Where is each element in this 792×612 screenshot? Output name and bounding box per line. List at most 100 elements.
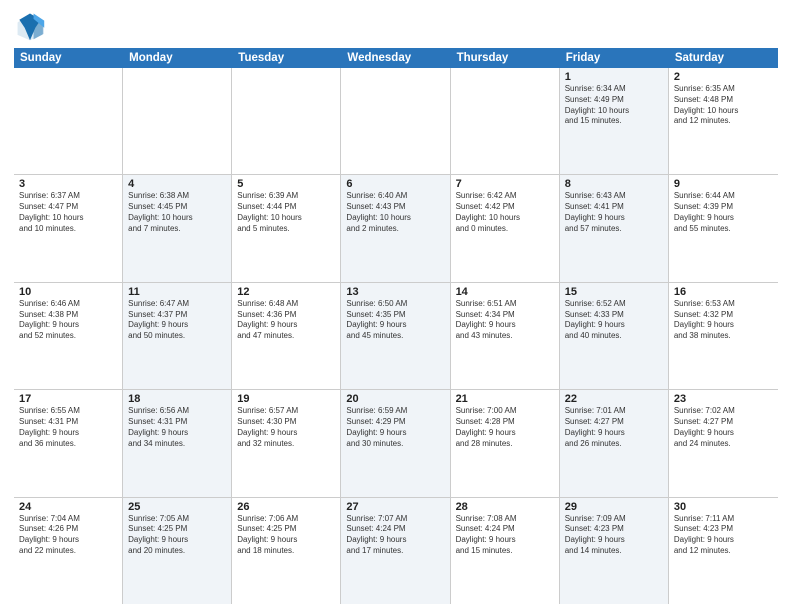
day-cell-29: 29Sunrise: 7:09 AM Sunset: 4:23 PM Dayli… [560, 498, 669, 604]
day-number: 30 [674, 501, 773, 513]
day-cell-30: 30Sunrise: 7:11 AM Sunset: 4:23 PM Dayli… [669, 498, 778, 604]
day-number: 16 [674, 286, 773, 298]
day-number: 15 [565, 286, 663, 298]
logo [14, 10, 50, 42]
day-cell-24: 24Sunrise: 7:04 AM Sunset: 4:26 PM Dayli… [14, 498, 123, 604]
day-cell-13: 13Sunrise: 6:50 AM Sunset: 4:35 PM Dayli… [341, 283, 450, 389]
day-info: Sunrise: 6:46 AM Sunset: 4:38 PM Dayligh… [19, 299, 117, 342]
page: SundayMondayTuesdayWednesdayThursdayFrid… [0, 0, 792, 612]
day-info: Sunrise: 6:50 AM Sunset: 4:35 PM Dayligh… [346, 299, 444, 342]
day-cell-4: 4Sunrise: 6:38 AM Sunset: 4:45 PM Daylig… [123, 175, 232, 281]
day-cell-16: 16Sunrise: 6:53 AM Sunset: 4:32 PM Dayli… [669, 283, 778, 389]
day-info: Sunrise: 7:06 AM Sunset: 4:25 PM Dayligh… [237, 514, 335, 557]
day-info: Sunrise: 6:40 AM Sunset: 4:43 PM Dayligh… [346, 191, 444, 234]
day-cell-26: 26Sunrise: 7:06 AM Sunset: 4:25 PM Dayli… [232, 498, 341, 604]
day-info: Sunrise: 7:00 AM Sunset: 4:28 PM Dayligh… [456, 406, 554, 449]
day-cell-21: 21Sunrise: 7:00 AM Sunset: 4:28 PM Dayli… [451, 390, 560, 496]
day-cell-25: 25Sunrise: 7:05 AM Sunset: 4:25 PM Dayli… [123, 498, 232, 604]
day-of-week-wednesday: Wednesday [341, 48, 450, 68]
day-number: 27 [346, 501, 444, 513]
day-cell-2: 2Sunrise: 6:35 AM Sunset: 4:48 PM Daylig… [669, 68, 778, 174]
day-info: Sunrise: 6:52 AM Sunset: 4:33 PM Dayligh… [565, 299, 663, 342]
day-of-week-sunday: Sunday [14, 48, 123, 68]
day-info: Sunrise: 6:55 AM Sunset: 4:31 PM Dayligh… [19, 406, 117, 449]
day-cell-28: 28Sunrise: 7:08 AM Sunset: 4:24 PM Dayli… [451, 498, 560, 604]
day-of-week-tuesday: Tuesday [232, 48, 341, 68]
day-number: 1 [565, 71, 663, 83]
empty-cell [451, 68, 560, 174]
empty-cell [123, 68, 232, 174]
day-number: 29 [565, 501, 663, 513]
day-number: 20 [346, 393, 444, 405]
day-number: 25 [128, 501, 226, 513]
day-info: Sunrise: 6:43 AM Sunset: 4:41 PM Dayligh… [565, 191, 663, 234]
day-number: 19 [237, 393, 335, 405]
day-of-week-monday: Monday [123, 48, 232, 68]
calendar-week-1: 1Sunrise: 6:34 AM Sunset: 4:49 PM Daylig… [14, 68, 778, 175]
day-number: 5 [237, 178, 335, 190]
day-info: Sunrise: 6:53 AM Sunset: 4:32 PM Dayligh… [674, 299, 773, 342]
day-cell-12: 12Sunrise: 6:48 AM Sunset: 4:36 PM Dayli… [232, 283, 341, 389]
day-info: Sunrise: 6:56 AM Sunset: 4:31 PM Dayligh… [128, 406, 226, 449]
empty-cell [14, 68, 123, 174]
day-number: 2 [674, 71, 773, 83]
day-number: 24 [19, 501, 117, 513]
day-cell-18: 18Sunrise: 6:56 AM Sunset: 4:31 PM Dayli… [123, 390, 232, 496]
day-info: Sunrise: 7:01 AM Sunset: 4:27 PM Dayligh… [565, 406, 663, 449]
day-info: Sunrise: 6:51 AM Sunset: 4:34 PM Dayligh… [456, 299, 554, 342]
day-number: 14 [456, 286, 554, 298]
day-info: Sunrise: 6:39 AM Sunset: 4:44 PM Dayligh… [237, 191, 335, 234]
day-cell-9: 9Sunrise: 6:44 AM Sunset: 4:39 PM Daylig… [669, 175, 778, 281]
calendar-week-3: 10Sunrise: 6:46 AM Sunset: 4:38 PM Dayli… [14, 283, 778, 390]
day-of-week-saturday: Saturday [669, 48, 778, 68]
day-number: 11 [128, 286, 226, 298]
day-number: 12 [237, 286, 335, 298]
calendar: SundayMondayTuesdayWednesdayThursdayFrid… [14, 48, 778, 604]
day-cell-6: 6Sunrise: 6:40 AM Sunset: 4:43 PM Daylig… [341, 175, 450, 281]
day-number: 8 [565, 178, 663, 190]
day-number: 10 [19, 286, 117, 298]
day-cell-11: 11Sunrise: 6:47 AM Sunset: 4:37 PM Dayli… [123, 283, 232, 389]
day-info: Sunrise: 6:35 AM Sunset: 4:48 PM Dayligh… [674, 84, 773, 127]
day-cell-14: 14Sunrise: 6:51 AM Sunset: 4:34 PM Dayli… [451, 283, 560, 389]
day-cell-22: 22Sunrise: 7:01 AM Sunset: 4:27 PM Dayli… [560, 390, 669, 496]
day-number: 9 [674, 178, 773, 190]
day-number: 3 [19, 178, 117, 190]
day-number: 22 [565, 393, 663, 405]
calendar-body: 1Sunrise: 6:34 AM Sunset: 4:49 PM Daylig… [14, 68, 778, 604]
day-cell-10: 10Sunrise: 6:46 AM Sunset: 4:38 PM Dayli… [14, 283, 123, 389]
day-info: Sunrise: 7:09 AM Sunset: 4:23 PM Dayligh… [565, 514, 663, 557]
day-of-week-thursday: Thursday [451, 48, 560, 68]
day-info: Sunrise: 6:44 AM Sunset: 4:39 PM Dayligh… [674, 191, 773, 234]
empty-cell [341, 68, 450, 174]
day-info: Sunrise: 6:57 AM Sunset: 4:30 PM Dayligh… [237, 406, 335, 449]
day-info: Sunrise: 6:59 AM Sunset: 4:29 PM Dayligh… [346, 406, 444, 449]
calendar-header: SundayMondayTuesdayWednesdayThursdayFrid… [14, 48, 778, 68]
day-info: Sunrise: 6:47 AM Sunset: 4:37 PM Dayligh… [128, 299, 226, 342]
day-info: Sunrise: 6:42 AM Sunset: 4:42 PM Dayligh… [456, 191, 554, 234]
day-number: 4 [128, 178, 226, 190]
day-number: 28 [456, 501, 554, 513]
day-cell-7: 7Sunrise: 6:42 AM Sunset: 4:42 PM Daylig… [451, 175, 560, 281]
day-info: Sunrise: 6:37 AM Sunset: 4:47 PM Dayligh… [19, 191, 117, 234]
day-info: Sunrise: 6:48 AM Sunset: 4:36 PM Dayligh… [237, 299, 335, 342]
day-info: Sunrise: 7:08 AM Sunset: 4:24 PM Dayligh… [456, 514, 554, 557]
day-number: 26 [237, 501, 335, 513]
day-cell-5: 5Sunrise: 6:39 AM Sunset: 4:44 PM Daylig… [232, 175, 341, 281]
day-number: 17 [19, 393, 117, 405]
day-cell-17: 17Sunrise: 6:55 AM Sunset: 4:31 PM Dayli… [14, 390, 123, 496]
day-cell-3: 3Sunrise: 6:37 AM Sunset: 4:47 PM Daylig… [14, 175, 123, 281]
day-number: 21 [456, 393, 554, 405]
day-cell-8: 8Sunrise: 6:43 AM Sunset: 4:41 PM Daylig… [560, 175, 669, 281]
day-info: Sunrise: 7:02 AM Sunset: 4:27 PM Dayligh… [674, 406, 773, 449]
day-info: Sunrise: 7:05 AM Sunset: 4:25 PM Dayligh… [128, 514, 226, 557]
day-cell-19: 19Sunrise: 6:57 AM Sunset: 4:30 PM Dayli… [232, 390, 341, 496]
day-info: Sunrise: 6:34 AM Sunset: 4:49 PM Dayligh… [565, 84, 663, 127]
day-info: Sunrise: 7:07 AM Sunset: 4:24 PM Dayligh… [346, 514, 444, 557]
day-number: 18 [128, 393, 226, 405]
day-cell-27: 27Sunrise: 7:07 AM Sunset: 4:24 PM Dayli… [341, 498, 450, 604]
logo-icon [14, 10, 46, 42]
day-info: Sunrise: 7:04 AM Sunset: 4:26 PM Dayligh… [19, 514, 117, 557]
day-number: 23 [674, 393, 773, 405]
day-cell-1: 1Sunrise: 6:34 AM Sunset: 4:49 PM Daylig… [560, 68, 669, 174]
